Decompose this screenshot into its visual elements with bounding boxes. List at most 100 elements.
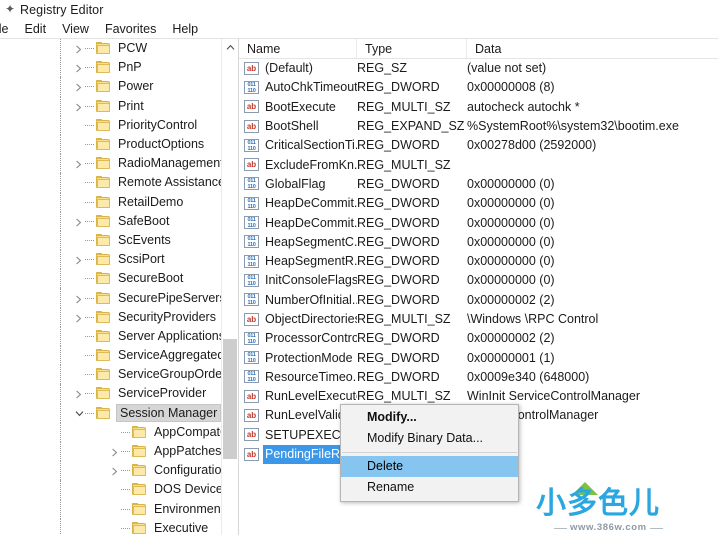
value-type-cell: REG_DWORD (357, 254, 440, 269)
chevron-right-icon[interactable] (72, 289, 85, 308)
folder-icon (132, 502, 147, 516)
chevron-right-icon[interactable] (72, 308, 85, 327)
tree-item-appcompatcache[interactable]: AppCompatCache (0, 422, 221, 442)
value-type-cell: REG_MULTI_SZ (357, 312, 451, 326)
registry-value-row[interactable]: 011 110 AutoChkTimeout REG_DWORD 0x00000008 … (239, 78, 718, 97)
chevron-right-icon[interactable] (108, 461, 121, 480)
value-name-cell: BootShell (265, 119, 319, 134)
context-menu-item-rename[interactable]: Rename (341, 477, 518, 498)
string-value-icon: ab (244, 100, 261, 114)
tree-item-scevents[interactable]: ScEvents (0, 230, 221, 251)
registry-value-row[interactable]: 011 110 NumberOfInitial... REG_DWORD 0x00000… (239, 291, 718, 310)
tree-item-scsiport[interactable]: ScsiPort (0, 250, 221, 270)
tree-item-apppatches[interactable]: AppPatches (0, 441, 221, 462)
string-value-icon: ab (244, 312, 261, 327)
tree-item-prioritycontrol[interactable]: PriorityControl (0, 115, 221, 135)
tree-item-print[interactable]: Print (0, 96, 221, 116)
tree-item-label: RadioManagement (118, 156, 221, 171)
tree-indent-spacer (0, 519, 108, 535)
registry-value-row[interactable]: ab ObjectDirectories REG_MULTI_SZ \Windows … (239, 310, 718, 329)
tree-item-serviceprovider[interactable]: ServiceProvider (0, 384, 221, 404)
value-data-cell: 0x00000000 (0) (467, 254, 555, 269)
dword-value-icon: 011 110 (244, 331, 261, 346)
registry-value-row[interactable]: 011 110 GlobalFlag REG_DWORD 0x00000000 (0) (239, 175, 718, 194)
tree-item-dos-devices[interactable]: DOS Devices (0, 480, 221, 500)
chevron-right-icon[interactable] (72, 97, 85, 116)
registry-tree[interactable]: PCW PnP Power Print PriorityControl ProductOp… (0, 39, 221, 535)
context-menu[interactable]: Modify... Modify Binary Data... Delete Rena… (340, 404, 519, 502)
tree-item-securepipeservers[interactable]: SecurePipeServers (0, 288, 221, 308)
registry-value-row[interactable]: 011 110 InitConsoleFlags REG_DWORD 0x0000000… (239, 271, 718, 290)
chevron-right-icon[interactable] (72, 384, 85, 403)
chevron-right-icon[interactable] (72, 58, 85, 77)
tree-item-configuration-mana[interactable]: Configuration Mana (0, 461, 221, 481)
menu-file[interactable]: ile (0, 22, 17, 36)
tree-item-environment[interactable]: Environment (0, 499, 221, 519)
registry-value-row[interactable]: 011 110 HeapDeCommit... REG_DWORD 0x00000000… (239, 194, 718, 213)
registry-value-row[interactable]: 011 110 HeapSegmentC... REG_DWORD 0x00000000… (239, 233, 718, 252)
chevron-down-icon[interactable] (72, 404, 85, 423)
registry-value-row[interactable]: ab BootShell REG_EXPAND_SZ %SystemRoot%\sys… (239, 117, 718, 136)
menu-view[interactable]: View (54, 22, 97, 36)
tree-item-server-applications[interactable]: Server Applications (0, 326, 221, 346)
tree-item-label: ServiceProvider (118, 386, 207, 401)
menu-help[interactable]: Help (164, 22, 206, 36)
tree-item-secureboot[interactable]: SecureBoot (0, 269, 221, 289)
context-menu-item-modify-binary-data[interactable]: Modify Binary Data... (341, 428, 518, 449)
context-menu-item-delete[interactable]: Delete (341, 456, 518, 477)
registry-value-row[interactable]: ab BootExecute REG_MULTI_SZ autocheck autoc… (239, 98, 718, 117)
tree-item-label: Configuration Mana (154, 463, 221, 478)
scroll-up-button[interactable] (222, 39, 238, 56)
string-value-icon: ab (244, 428, 261, 442)
column-header-type[interactable]: Type (357, 39, 467, 58)
tree-vertical-scrollbar[interactable] (221, 39, 238, 535)
value-data-cell: (value not set) (467, 61, 547, 76)
chevron-right-icon[interactable] (72, 39, 85, 58)
tree-item-radiomanagement[interactable]: RadioManagement (0, 154, 221, 174)
chevron-right-icon[interactable] (108, 442, 121, 461)
menu-favorites[interactable]: Favorites (97, 22, 164, 36)
tree-item-retaildemo[interactable]: RetailDemo (0, 192, 221, 212)
tree-item-servicegrouporder[interactable]: ServiceGroupOrder (0, 365, 221, 385)
column-header-name[interactable]: Name (239, 39, 357, 58)
tree-item-executive[interactable]: Executive (0, 518, 221, 535)
tree-indent-spacer (0, 135, 72, 154)
registry-value-row[interactable]: 011 110 ProcessorControl REG_DWORD 0x0000000… (239, 329, 718, 348)
registry-value-row[interactable]: 011 110 ProtectionMode REG_DWORD 0x00000001 … (239, 348, 718, 367)
registry-value-row[interactable]: ab (Default) REG_SZ (value not set) (239, 59, 718, 78)
chevron-right-icon[interactable] (72, 154, 85, 173)
registry-value-row[interactable]: 011 110 HeapSegmentR... REG_DWORD 0x00000000… (239, 252, 718, 271)
tree-item-label: Remote Assistance (118, 175, 221, 190)
tree-guide-line (60, 58, 61, 78)
tree-connector-line (85, 116, 96, 135)
chevron-right-icon[interactable] (72, 212, 85, 231)
tree-item-pnp[interactable]: PnP (0, 58, 221, 78)
tree-item-pcw[interactable]: PCW (0, 39, 221, 59)
tree-connector-line (85, 327, 96, 346)
folder-icon (96, 310, 111, 324)
column-header-data[interactable]: Data (467, 39, 717, 58)
context-menu-item-modify[interactable]: Modify... (341, 407, 518, 428)
registry-value-row[interactable]: ab ExcludeFromKn... REG_MULTI_SZ (239, 155, 718, 174)
tree-item-session-manager[interactable]: Session Manager (0, 403, 221, 423)
chevron-right-icon[interactable] (72, 77, 85, 96)
tree-item-securityproviders[interactable]: SecurityProviders (0, 307, 221, 327)
string-value-icon: ab (244, 389, 261, 404)
tree-connector-line (85, 39, 96, 58)
tree-item-safeboot[interactable]: SafeBoot (0, 211, 221, 231)
value-type-cell: REG_SZ (357, 61, 408, 76)
tree-item-productoptions[interactable]: ProductOptions (0, 134, 221, 155)
registry-value-row[interactable]: 011 110 ResourceTimeo... REG_DWORD 0x0009e34… (239, 368, 718, 387)
dword-value-icon: 011 110 (244, 216, 261, 230)
tree-item-serviceaggregatedeven[interactable]: ServiceAggregatedEven (0, 346, 221, 366)
tree-item-remote-assistance[interactable]: Remote Assistance (0, 173, 221, 193)
registry-value-row[interactable]: 011 110 HeapDeCommit... REG_DWORD 0x00000000… (239, 213, 718, 232)
menu-edit[interactable]: Edit (17, 22, 55, 36)
tree-connector-line (85, 269, 96, 288)
chevron-right-icon[interactable] (72, 250, 85, 269)
tree-item-power[interactable]: Power (0, 77, 221, 97)
value-data-cell: 0x00000000 (0) (467, 215, 555, 230)
value-name-cell: NumberOfInitial... (265, 292, 357, 307)
registry-value-row[interactable]: 011 110 CriticalSectionTi... REG_DWORD 0x002… (239, 136, 718, 155)
scrollbar-thumb[interactable] (223, 339, 237, 459)
